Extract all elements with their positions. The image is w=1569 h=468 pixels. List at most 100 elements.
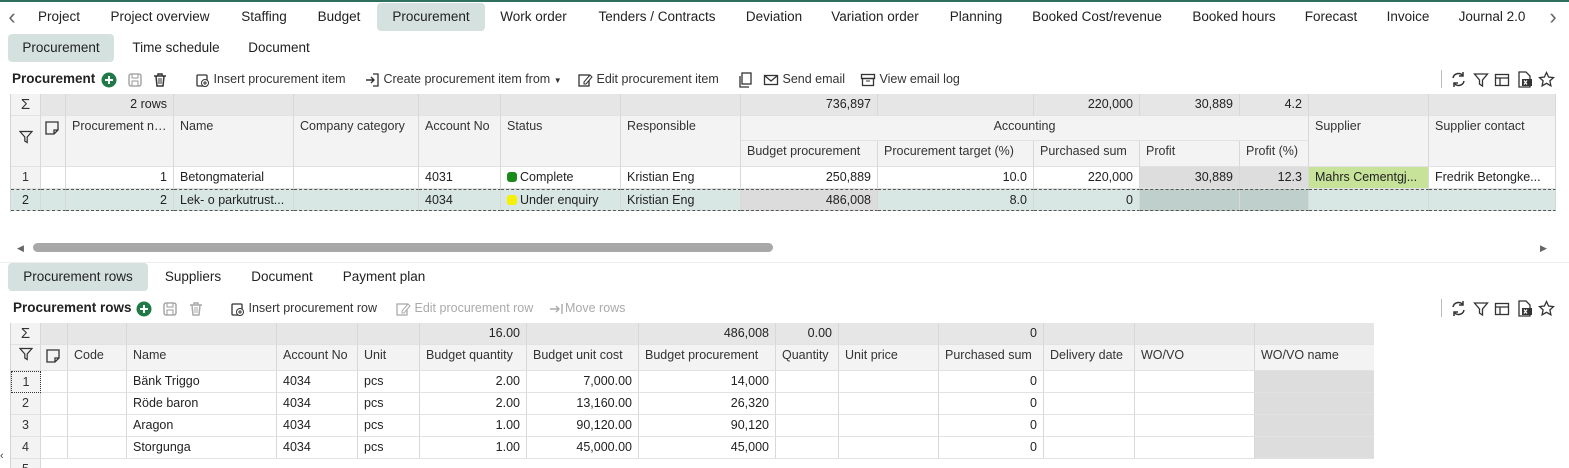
- subtab-document[interactable]: Document: [238, 34, 320, 62]
- cell-unit-price[interactable]: [839, 415, 939, 437]
- cell-delivery-date[interactable]: [1044, 371, 1135, 393]
- col-budget-procurement[interactable]: Budget procurement: [639, 345, 776, 371]
- cell-account-no[interactable]: 4034: [277, 371, 358, 393]
- filter-row-icon[interactable]: [11, 116, 41, 167]
- add-row-icon[interactable]: [136, 298, 152, 318]
- cell-company-category[interactable]: [294, 167, 419, 189]
- cell-status[interactable]: Complete: [501, 167, 621, 189]
- cell-account-no[interactable]: 4034: [277, 393, 358, 415]
- tab-booked-hours[interactable]: Booked hours: [1182, 3, 1286, 31]
- cell-purchased-sum[interactable]: 0: [939, 393, 1044, 415]
- cell-name[interactable]: Röde baron: [127, 393, 277, 415]
- col-quantity[interactable]: Quantity: [776, 345, 839, 371]
- col-profit-pct[interactable]: Profit (%): [1240, 141, 1309, 167]
- cell-quantity[interactable]: [776, 393, 839, 415]
- cell-supplier-contact[interactable]: [1429, 189, 1556, 211]
- cell-wo-vo-name[interactable]: [1255, 371, 1374, 393]
- tab-procurement-rows[interactable]: Procurement rows: [8, 263, 148, 291]
- view-email-log-button[interactable]: View email log: [860, 69, 960, 89]
- cell-unit[interactable]: pcs: [358, 415, 420, 437]
- cell-wo-vo-name[interactable]: [1255, 415, 1374, 437]
- cell-budget-quantity[interactable]: 2.00: [420, 371, 527, 393]
- cell-account-no[interactable]: 4034: [277, 437, 358, 459]
- tab-planning[interactable]: Planning: [940, 3, 1012, 31]
- insert-procurement-item-button[interactable]: Insert procurement item: [194, 69, 345, 89]
- tab-project[interactable]: Project: [27, 3, 91, 31]
- col-budget-quantity[interactable]: Budget quantity: [420, 345, 527, 371]
- cell-code[interactable]: [68, 415, 127, 437]
- cell-budget-unit-cost[interactable]: 13,160.00: [527, 393, 639, 415]
- cell-name[interactable]: Betongmaterial: [174, 167, 294, 189]
- tab-document[interactable]: Document: [240, 263, 324, 291]
- cell-procurement-target[interactable]: 10.0: [878, 167, 1034, 189]
- tab-procurement[interactable]: Procurement: [377, 3, 485, 31]
- cell-supplier-contact[interactable]: Fredrik Betongke...: [1429, 167, 1556, 189]
- tab-staffing[interactable]: Staffing: [229, 3, 299, 31]
- cell-account-no[interactable]: 4034: [419, 189, 501, 211]
- col-unit-price[interactable]: Unit price: [839, 345, 939, 371]
- cell-budget-unit-cost[interactable]: 7,000.00: [527, 371, 639, 393]
- cell-budget-procurement[interactable]: 14,000: [639, 371, 776, 393]
- col-name[interactable]: Name: [127, 345, 277, 371]
- excel-export-icon[interactable]: [1516, 298, 1533, 318]
- cell[interactable]: [41, 415, 68, 437]
- cell-budget-quantity[interactable]: 1.00: [420, 415, 527, 437]
- tab-journal[interactable]: Journal 2.0: [1449, 3, 1535, 31]
- cell-wo-vo[interactable]: [1135, 437, 1255, 459]
- cell-procurement-target[interactable]: 8.0: [878, 189, 1034, 211]
- create-procurement-item-from-button[interactable]: Create procurement item from ▼: [364, 69, 562, 89]
- col-purchased-sum[interactable]: Purchased sum: [939, 345, 1044, 371]
- delete-rows-icon[interactable]: [188, 298, 204, 318]
- col-status[interactable]: Status: [501, 116, 621, 167]
- col-account-no[interactable]: Account No: [419, 116, 501, 167]
- cell-purchased-sum[interactable]: 0: [939, 437, 1044, 459]
- scroll-right-arrow-icon[interactable]: ▶: [1540, 243, 1547, 254]
- tab-invoice[interactable]: Invoice: [1376, 3, 1440, 31]
- col-supplier-contact[interactable]: Supplier contact: [1429, 116, 1556, 167]
- col-wo-vo-name[interactable]: WO/VO name: [1255, 345, 1374, 371]
- cell[interactable]: [41, 393, 68, 415]
- cell-code[interactable]: [68, 393, 127, 415]
- cell-wo-vo-name[interactable]: [1255, 437, 1374, 459]
- col-unit[interactable]: Unit: [358, 345, 420, 371]
- cell-status[interactable]: Under enquiry: [501, 189, 621, 211]
- scroll-right-icon[interactable]: ›: [1543, 6, 1563, 30]
- col-name[interactable]: Name: [174, 116, 294, 167]
- cell-delivery-date[interactable]: [1044, 393, 1135, 415]
- tab-suppliers[interactable]: Suppliers: [156, 263, 230, 291]
- cell-responsible[interactable]: Kristian Eng: [621, 189, 741, 211]
- save-icon[interactable]: [127, 69, 143, 89]
- tab-variation-order[interactable]: Variation order: [819, 3, 931, 31]
- cell[interactable]: [41, 437, 68, 459]
- refresh-icon[interactable]: [1450, 298, 1467, 318]
- cell-purchased-sum[interactable]: 0: [1034, 189, 1140, 211]
- col-responsible[interactable]: Responsible: [621, 116, 741, 167]
- cell-unit[interactable]: pcs: [358, 437, 420, 459]
- cell-unit-price[interactable]: [839, 437, 939, 459]
- cell-responsible[interactable]: Kristian Eng: [621, 167, 741, 189]
- tab-budget[interactable]: Budget: [306, 3, 372, 31]
- tab-tenders-contracts[interactable]: Tenders / Contracts: [585, 3, 729, 31]
- horizontal-scrollbar[interactable]: [33, 243, 773, 252]
- cell-budget-procurement[interactable]: 90,120: [639, 415, 776, 437]
- copy-icon[interactable]: [737, 69, 753, 89]
- move-rows-button[interactable]: Move rows: [549, 298, 625, 318]
- filter-row-icon[interactable]: [11, 345, 41, 371]
- col-company-category[interactable]: Company category: [294, 116, 419, 167]
- cell-wo-vo[interactable]: [1135, 415, 1255, 437]
- edit-procurement-item-button[interactable]: Edit procurement item: [577, 69, 719, 89]
- col-delivery-date[interactable]: Delivery date: [1044, 345, 1135, 371]
- tab-forecast[interactable]: Forecast: [1295, 3, 1367, 31]
- cell-unit-price[interactable]: [839, 393, 939, 415]
- filter-icon[interactable]: [1473, 298, 1489, 318]
- cell-supplier[interactable]: [1309, 189, 1429, 211]
- cell-wo-vo[interactable]: [1135, 371, 1255, 393]
- cell-purchased-sum[interactable]: 0: [939, 415, 1044, 437]
- col-account-no[interactable]: Account No: [277, 345, 358, 371]
- cell-account-no[interactable]: 4034: [277, 415, 358, 437]
- refresh-icon[interactable]: [1450, 69, 1467, 89]
- col-code[interactable]: Code: [68, 345, 127, 371]
- cell[interactable]: [41, 371, 68, 393]
- cell-unit-price[interactable]: [839, 371, 939, 393]
- insert-procurement-row-button[interactable]: Insert procurement row: [229, 298, 377, 318]
